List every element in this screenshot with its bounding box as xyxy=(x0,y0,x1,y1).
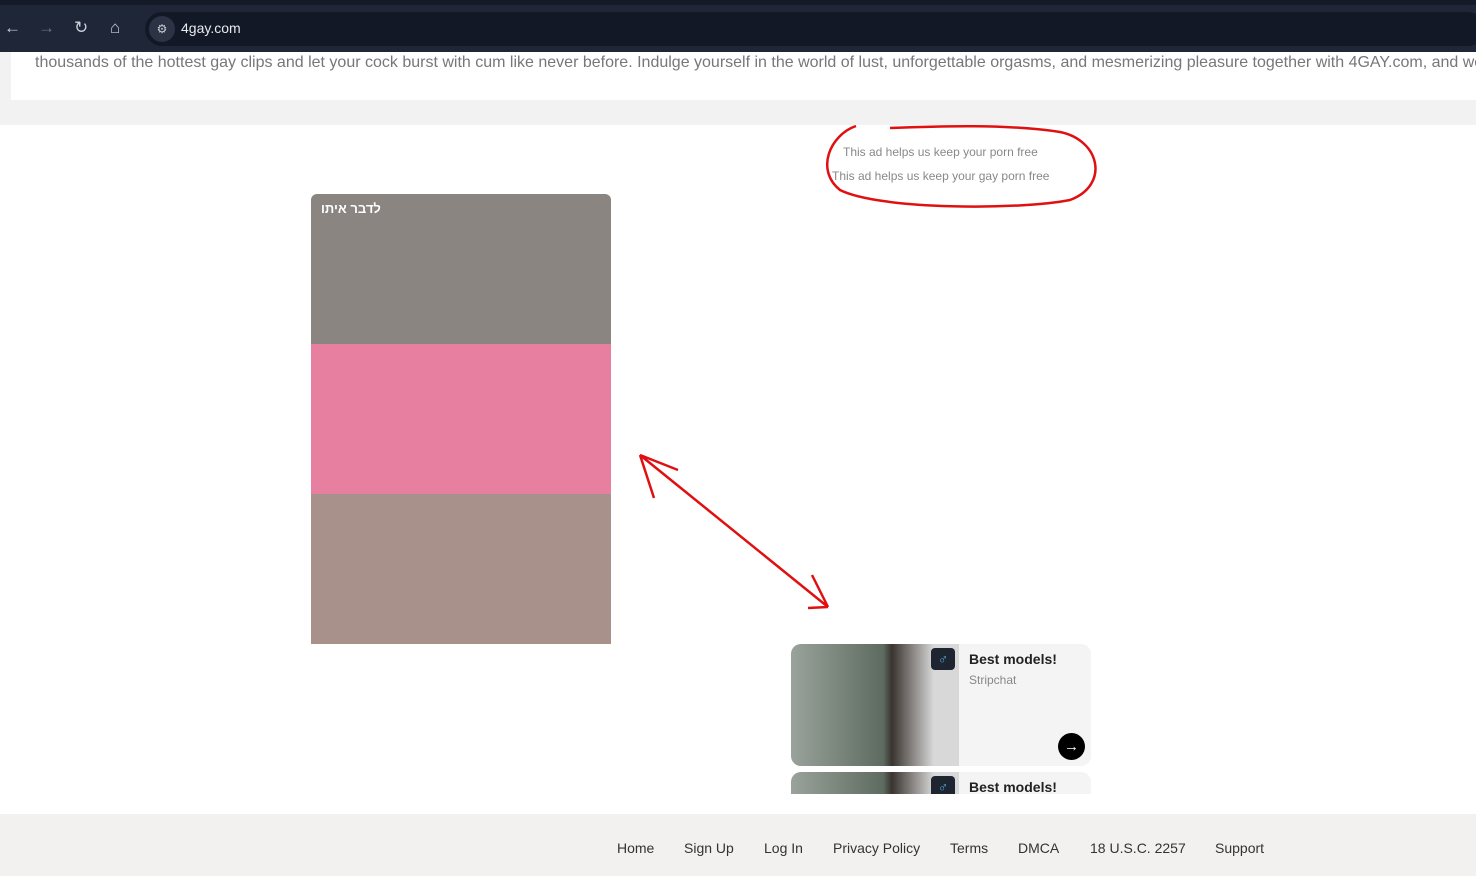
ad-image[interactable] xyxy=(311,494,611,644)
ad-banner[interactable]: לדבר איתו xyxy=(311,194,611,644)
ad-note: This ad helps us keep your gay porn free xyxy=(832,169,1050,183)
intro-text: thousands of the hottest gay clips and l… xyxy=(35,54,1476,71)
footer-link-support[interactable]: Support xyxy=(1215,840,1264,856)
browser-toolbar: ← → ↻ ⌂ ⚙ 4gay.com xyxy=(0,0,1476,52)
ad-label: לדבר איתו xyxy=(321,201,381,216)
intro-card: thousands of the hottest gay clips and l… xyxy=(11,52,1476,100)
footer-link-login[interactable]: Log In xyxy=(764,840,803,856)
annotation-arrow xyxy=(638,453,830,610)
footer-link-2257[interactable]: 18 U.S.C. 2257 xyxy=(1090,840,1186,856)
home-icon[interactable]: ⌂ xyxy=(110,18,120,38)
footer-link-signup[interactable]: Sign Up xyxy=(684,840,734,856)
card-title: Best models! xyxy=(969,779,1057,794)
footer: Home Sign Up Log In Privacy Policy Terms… xyxy=(0,814,1476,876)
card-subtitle: Stripchat xyxy=(969,673,1017,687)
male-icon: ♂ xyxy=(931,776,955,794)
footer-link-dmca[interactable]: DMCA xyxy=(1018,840,1059,856)
ad-note: This ad helps us keep your porn free xyxy=(843,145,1038,159)
site-settings-icon[interactable]: ⚙ xyxy=(149,16,175,42)
reload-icon[interactable]: ↻ xyxy=(74,18,88,38)
ad-image[interactable] xyxy=(311,344,611,494)
red-annotations xyxy=(638,124,1097,610)
forward-icon[interactable]: → xyxy=(38,18,55,38)
ad-image[interactable] xyxy=(311,194,611,344)
footer-link-privacy[interactable]: Privacy Policy xyxy=(833,840,920,856)
ad-card[interactable]: ♂ Best models! Stripchat → xyxy=(791,644,1091,766)
footer-link-terms[interactable]: Terms xyxy=(950,840,988,856)
annotation-circle xyxy=(826,124,1097,208)
address-bar[interactable]: ⚙ 4gay.com xyxy=(145,12,1476,46)
ad-card[interactable]: ♂ Best models! xyxy=(791,772,1091,794)
back-icon[interactable]: ← xyxy=(4,18,21,38)
intro-section: thousands of the hottest gay clips and l… xyxy=(0,52,1476,125)
arrow-right-icon[interactable]: → xyxy=(1058,733,1085,760)
url-text[interactable]: 4gay.com xyxy=(181,20,241,36)
footer-link-home[interactable]: Home xyxy=(617,840,654,856)
card-title: Best models! xyxy=(969,651,1057,667)
male-icon: ♂ xyxy=(931,648,955,670)
